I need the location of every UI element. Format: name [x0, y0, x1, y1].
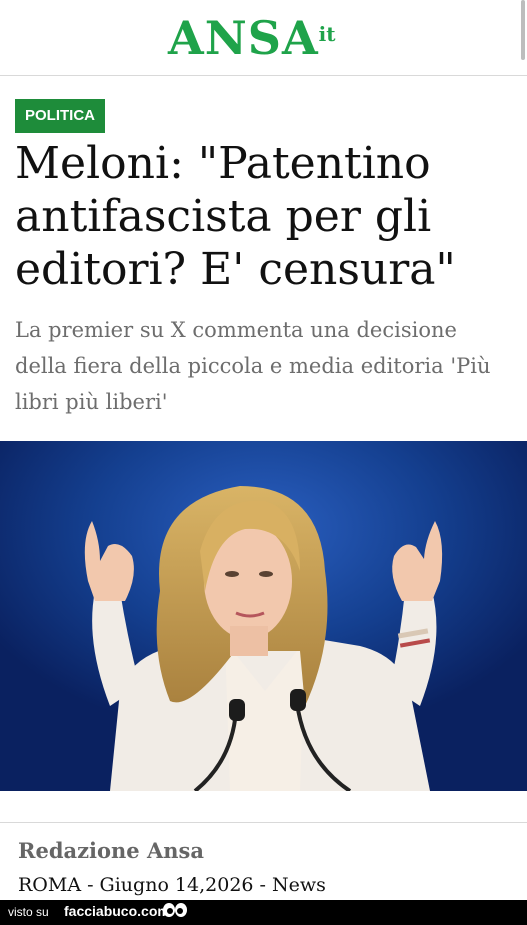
logo-suffix: it — [318, 22, 336, 46]
scrollbar[interactable] — [521, 0, 525, 60]
dateline: ROMA - Giugno 14,2026 - News — [18, 874, 326, 896]
watermark-site: facciabuco.com — [64, 903, 170, 919]
speaker-illustration — [0, 441, 527, 791]
logo-text: ANSA — [168, 11, 319, 65]
article-subtitle: La premier su X commenta una decisione d… — [15, 318, 491, 414]
site-header: ANSA it — [0, 0, 527, 76]
article-headline: Meloni: "Patentino antifascista per gli … — [15, 138, 456, 295]
article-photo — [0, 441, 527, 791]
eyes-icon — [163, 903, 187, 917]
category-badge[interactable]: POLITICA — [15, 99, 105, 133]
ansa-logo[interactable]: ANSA it — [168, 10, 336, 66]
watermark-prefix: visto su — [8, 905, 49, 919]
author-name[interactable]: Redazione Ansa — [18, 838, 204, 863]
